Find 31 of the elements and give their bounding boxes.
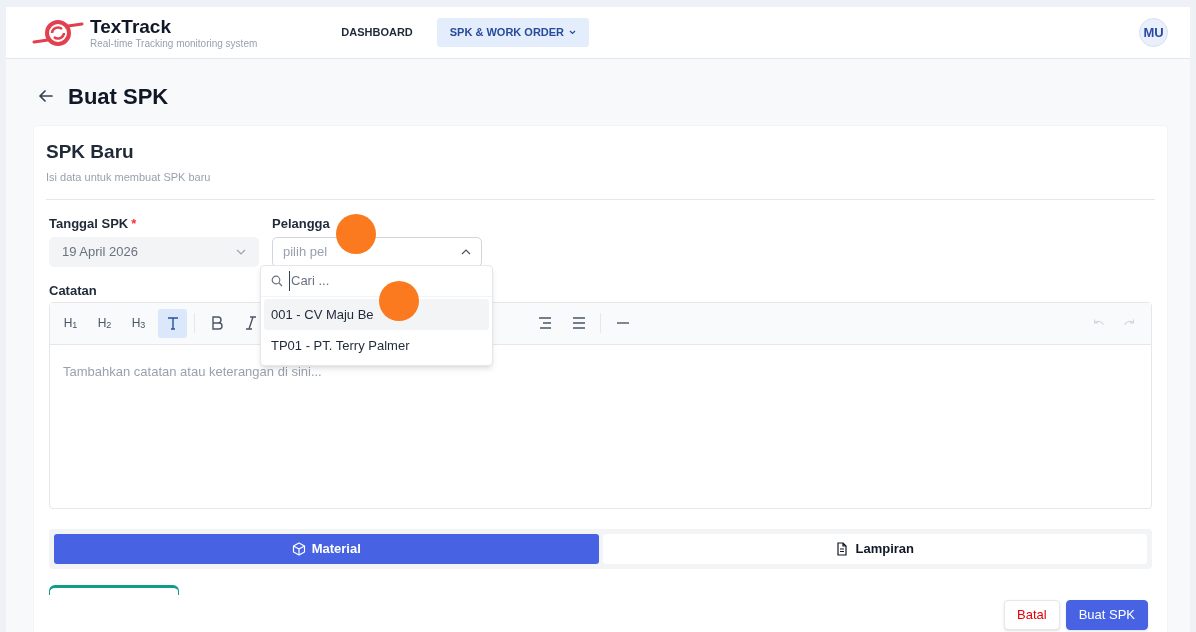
card-title: SPK Baru xyxy=(46,140,135,164)
app-tagline: Real-time Tracking monitoring system xyxy=(90,37,258,50)
align-right-icon xyxy=(536,315,553,331)
paragraph-button[interactable] xyxy=(158,308,187,338)
tab[interactable]: Lampiran xyxy=(602,533,1147,564)
field-label: Tanggal SPK xyxy=(49,214,129,232)
justify-icon xyxy=(570,315,587,331)
horizontal-rule-icon xyxy=(616,322,629,324)
package-icon xyxy=(291,541,306,556)
back-arrow-icon[interactable] xyxy=(38,88,54,104)
app-name: TexTrack xyxy=(90,15,172,38)
required-marker: * xyxy=(131,214,137,232)
heading-button[interactable]: H$_{2}$ xyxy=(90,308,119,338)
field-label: Pelangga xyxy=(272,214,330,232)
nav-link[interactable]: DASHBOARD xyxy=(335,18,419,47)
user-avatar[interactable]: MU xyxy=(1139,18,1168,47)
chevron-down-icon xyxy=(236,248,246,255)
cancel-button[interactable]: Batal xyxy=(1004,599,1060,630)
heading-button[interactable]: H$_{1}$ xyxy=(56,308,85,338)
file-icon xyxy=(835,541,850,556)
search-icon xyxy=(271,275,283,287)
card-subtitle: Isi data untuk membuat SPK baru xyxy=(46,170,212,185)
heading-button[interactable]: H$_{3}$ xyxy=(124,308,153,338)
page-title: Buat SPK xyxy=(68,82,169,111)
field-label: Catatan xyxy=(49,281,97,299)
dropdown-option[interactable]: 001 - CV Maju Be xyxy=(264,299,489,330)
nav-link[interactable]: SPK & WORK ORDER xyxy=(436,18,590,47)
chevron-up-icon xyxy=(461,248,471,255)
tab[interactable]: Material xyxy=(54,533,599,564)
submit-button[interactable]: Buat SPK xyxy=(1065,599,1148,630)
dropdown-option[interactable]: TP01 - PT. Terry Palmer xyxy=(264,330,489,361)
